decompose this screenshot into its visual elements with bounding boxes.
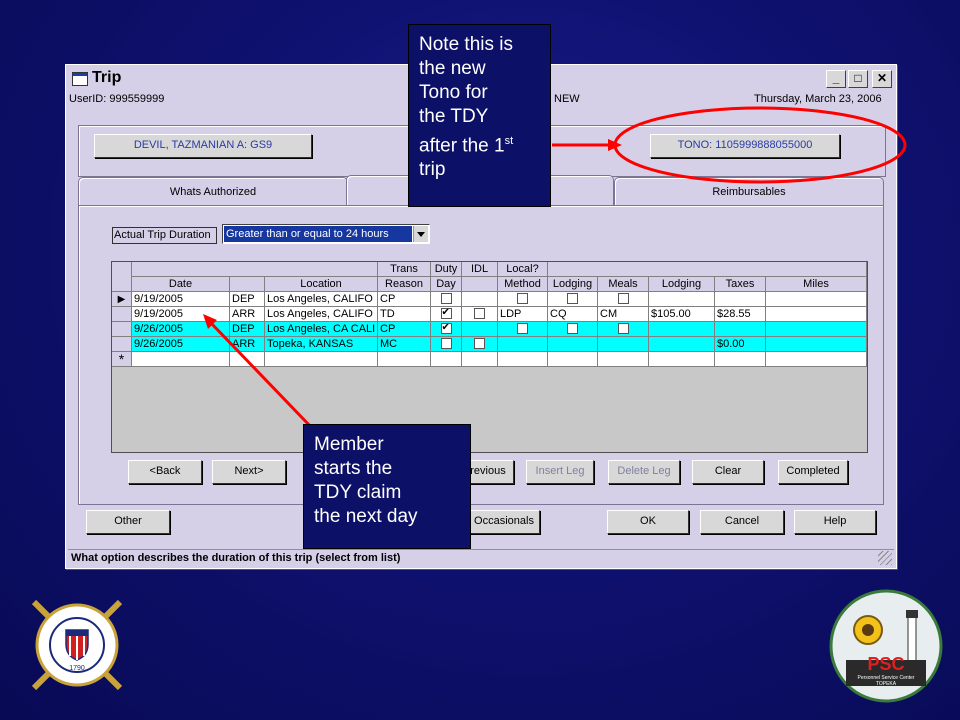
svg-text:PSC: PSC <box>867 654 904 674</box>
member-callout: Member starts the TDY claim the next day <box>303 424 471 549</box>
tono-highlight-ellipse <box>613 106 907 184</box>
callout-text: Member <box>314 434 384 455</box>
callout-text: Tono for <box>419 82 488 103</box>
callout-text: the TDY <box>419 106 489 127</box>
callout-text: TDY claim <box>314 482 402 503</box>
callout-text: after the 1st <box>419 129 540 158</box>
callout-text: Note this is <box>419 34 513 55</box>
callout-text: starts the <box>314 458 393 479</box>
callout-text: trip <box>419 159 446 181</box>
tono-callout: Note this is the new Tono for the TDY af… <box>408 24 551 207</box>
callout-text-part: after the 1 <box>419 135 505 157</box>
member-arrow-line <box>208 320 314 430</box>
psc-logo: PSC Personnel Service Center TOPEKA <box>829 589 943 703</box>
svg-text:1790: 1790 <box>69 665 85 672</box>
callout-text: the next day <box>314 506 418 527</box>
coast-guard-logo: 1790 <box>31 599 123 691</box>
svg-text:TOPEKA: TOPEKA <box>876 681 897 687</box>
callout-text: the new <box>419 58 486 79</box>
callout-superscript: st <box>504 135 514 147</box>
